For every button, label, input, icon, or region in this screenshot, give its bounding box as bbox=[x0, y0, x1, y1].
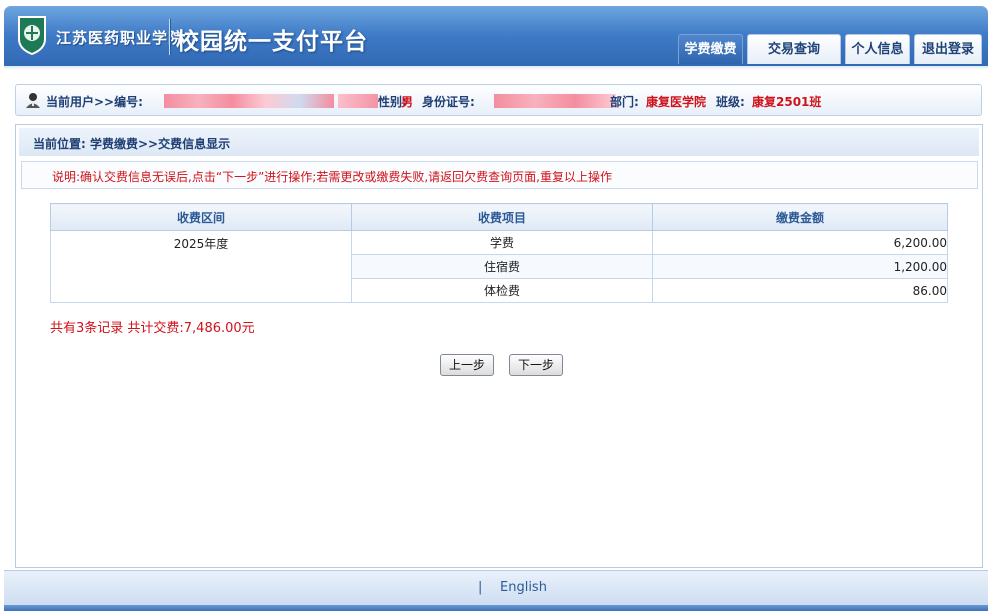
footer: | English bbox=[4, 570, 988, 611]
payment-summary: 共有3条记录 共计交费:7,486.00元 bbox=[50, 321, 255, 336]
redacted-user-name bbox=[338, 94, 378, 108]
id-label: 身份证号: bbox=[422, 95, 475, 109]
nav-transaction-query[interactable]: 交易查询 bbox=[747, 34, 841, 64]
nav-personal-info[interactable]: 个人信息 bbox=[845, 34, 910, 64]
item-cell: 学费 bbox=[351, 230, 653, 255]
header-amount: 缴费金额 bbox=[652, 203, 948, 231]
current-user-label: 当前用户>>编号: bbox=[46, 95, 143, 109]
nav-logout[interactable]: 退出登录 bbox=[914, 34, 982, 64]
english-link[interactable]: English bbox=[500, 580, 547, 595]
header-item: 收费项目 bbox=[351, 203, 653, 231]
next-step-button[interactable]: 下一步 bbox=[509, 354, 563, 376]
class-label: 班级: bbox=[716, 95, 745, 109]
notice-box: 说明:确认交费信息无误后,点击“下一步”进行操作;若需更改或缴费失败,请返回欠费… bbox=[21, 161, 978, 189]
amount-cell: 1,200.00 bbox=[652, 254, 948, 279]
redacted-user-number bbox=[164, 94, 334, 108]
class-value: 康复2501班 bbox=[752, 95, 822, 109]
breadcrumb: 当前位置: 学费缴费>>交费信息显示 bbox=[19, 128, 979, 156]
header: 江苏医药职业学院 校园统一支付平台 学费缴费 交易查询 个人信息 退出登录 bbox=[4, 6, 988, 70]
amount-cell: 6,200.00 bbox=[652, 230, 948, 255]
prev-step-button[interactable]: 上一步 bbox=[440, 354, 494, 376]
dept-value: 康复医学院 bbox=[646, 95, 707, 109]
breadcrumb-text: 当前位置: 学费缴费>>交费信息显示 bbox=[33, 137, 231, 151]
main-nav: 学费缴费 交易查询 个人信息 退出登录 bbox=[4, 34, 988, 64]
dept-label: 部门: bbox=[610, 95, 639, 109]
gender-value: 男 bbox=[401, 95, 414, 109]
user-icon bbox=[26, 93, 40, 108]
table-row: 2025年度 学费 6,200.00 bbox=[50, 230, 948, 303]
item-cell: 体检费 bbox=[351, 278, 653, 303]
table-header-row: 收费区间 收费项目 缴费金额 bbox=[50, 203, 948, 231]
header-period: 收费区间 bbox=[50, 203, 352, 231]
redacted-id-number bbox=[494, 94, 616, 108]
period-cell: 2025年度 bbox=[50, 230, 352, 303]
footer-separator: | bbox=[478, 580, 483, 595]
content-frame: 当前位置: 学费缴费>>交费信息显示 说明:确认交费信息无误后,点击“下一步”进… bbox=[15, 124, 983, 568]
amount-cell: 86.00 bbox=[652, 278, 948, 303]
nav-tuition-payment[interactable]: 学费缴费 bbox=[678, 34, 743, 64]
notice-text: 说明:确认交费信息无误后,点击“下一步”进行操作;若需更改或缴费失败,请返回欠费… bbox=[52, 170, 612, 184]
user-info-bar: 当前用户>>编号: 性别: 男 身份证号: 部门: 康复医学院 班级: 康复25… bbox=[15, 84, 982, 116]
fee-table: 收费区间 收费项目 缴费金额 2025年度 学费 6,200.00 住宿费 1,… bbox=[50, 203, 948, 303]
item-cell: 住宿费 bbox=[351, 254, 653, 279]
